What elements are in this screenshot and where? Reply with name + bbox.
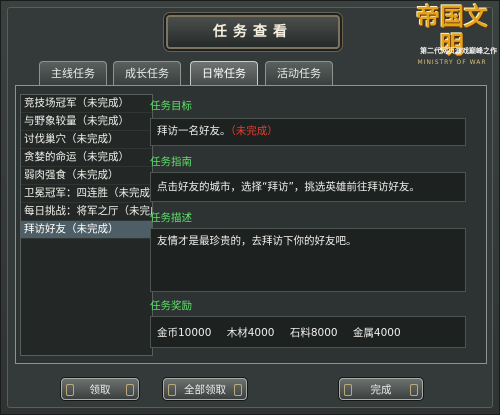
button-ornament-icon xyxy=(126,384,134,396)
reward-gold: 金币10000 xyxy=(157,327,212,339)
list-item[interactable]: 竞技场冠军（未完成） xyxy=(21,95,152,113)
tab-daily-quest[interactable]: 日常任务 xyxy=(190,61,258,85)
list-item[interactable]: 讨伐巢穴（未完成） xyxy=(21,131,152,149)
tab-event-quest[interactable]: 活动任务 xyxy=(265,61,333,85)
claim-button[interactable]: 领取 xyxy=(61,378,139,400)
task-list: 竞技场冠军（未完成） 与野象较量（未完成） 讨伐巢穴（未完成） 贪婪的命运（未完… xyxy=(20,94,153,356)
window-title: 任务查看 xyxy=(166,15,340,49)
task-window: 任务查看 帝国文明 MINISTRY OF WAR 第二代网页游戏巅峰之作 主线… xyxy=(0,0,500,415)
guide-box: 点击好友的城市，选择“拜访”，挑选英雄前往拜访好友。 xyxy=(150,172,466,202)
guide-label: 任务指南 xyxy=(150,156,192,168)
button-ornament-icon xyxy=(410,384,418,396)
tab-main-quest[interactable]: 主线任务 xyxy=(39,61,107,85)
tab-growth-quest[interactable]: 成长任务 xyxy=(113,61,181,85)
button-ornament-icon xyxy=(66,384,74,396)
description-label: 任务描述 xyxy=(150,212,192,224)
logo-subtitle: MINISTRY OF WAR xyxy=(417,59,487,66)
list-item[interactable]: 卫冕冠军：四连胜（未完成） xyxy=(21,185,152,203)
list-item[interactable]: 与野象较量（未完成） xyxy=(21,113,152,131)
goal-status: （未完成） xyxy=(230,125,278,137)
claim-all-button[interactable]: 全部领取 xyxy=(163,378,247,400)
goal-label: 任务目标 xyxy=(150,100,192,112)
goal-box: 拜访一名好友。（未完成） xyxy=(150,118,466,146)
list-item[interactable]: 贪婪的命运（未完成） xyxy=(21,149,152,167)
button-ornament-icon xyxy=(168,384,176,396)
reward-label: 任务奖励 xyxy=(150,300,192,312)
reward-box: 金币10000 木材4000 石料8000 金属4000 xyxy=(150,316,466,348)
button-ornament-icon xyxy=(344,384,352,396)
logo-slogan: 第二代网页游戏巅峰之作 xyxy=(420,47,497,55)
list-item-selected[interactable]: 拜访好友（未完成） xyxy=(21,221,152,239)
claim-all-button-label: 全部领取 xyxy=(184,384,226,396)
list-item[interactable]: 每日挑战：将军之厅（未完成） xyxy=(21,203,152,221)
complete-button[interactable]: 完成 xyxy=(339,378,423,400)
description-text: 友情才是最珍贵的，去拜访下你的好友吧。 xyxy=(157,235,357,247)
claim-button-label: 领取 xyxy=(89,384,111,396)
list-item[interactable]: 弱肉强食（未完成） xyxy=(21,167,152,185)
guide-text: 点击好友的城市，选择“拜访”，挑选英雄前往拜访好友。 xyxy=(157,181,420,193)
complete-button-label: 完成 xyxy=(370,384,392,396)
reward-stone: 石料8000 xyxy=(289,327,338,339)
goal-text: 拜访一名好友。 xyxy=(157,125,231,137)
reward-wood: 木材4000 xyxy=(226,327,275,339)
button-ornament-icon xyxy=(234,384,242,396)
reward-metal: 金属4000 xyxy=(352,327,401,339)
description-box: 友情才是最珍贵的，去拜访下你的好友吧。 xyxy=(150,228,466,292)
task-panel: 竞技场冠军（未完成） 与野象较量（未完成） 讨伐巢穴（未完成） 贪婪的命运（未完… xyxy=(15,85,487,364)
